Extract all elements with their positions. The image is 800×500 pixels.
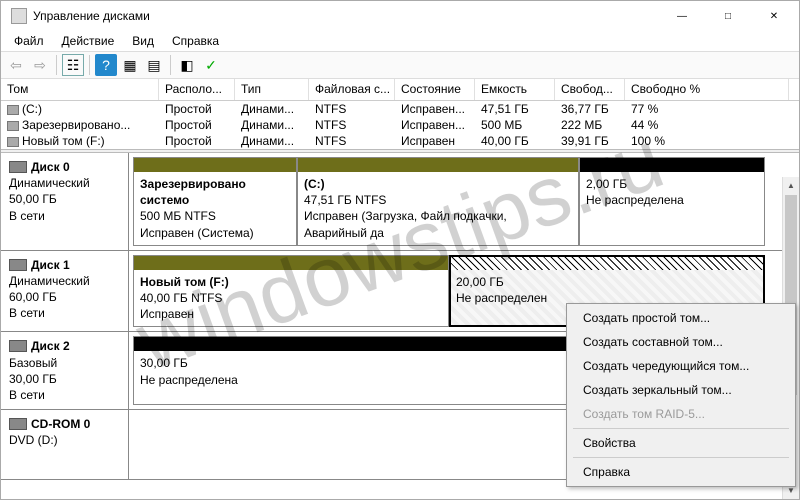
ctx-create-striped[interactable]: Создать чередующийся том... [569,354,793,378]
col-capacity[interactable]: Емкость [475,79,555,100]
col-fs[interactable]: Файловая с... [309,79,395,100]
volume-table-header: Том Располо... Тип Файловая с... Состоян… [1,79,799,101]
scroll-up-icon[interactable]: ▲ [783,177,799,194]
toolbar-icon-2[interactable]: ▦ [119,54,141,76]
disk-icon [9,340,27,352]
close-button[interactable]: ✕ [751,1,797,31]
menu-view[interactable]: Вид [123,32,163,50]
disk-icon [9,418,27,430]
toolbar-icon-3[interactable]: ▤ [143,54,165,76]
table-row[interactable]: (C:)ПростойДинами...NTFSИсправен...47,51… [1,101,799,117]
window-title: Управление дисками [33,9,659,23]
col-volume[interactable]: Том [1,79,159,100]
ctx-create-mirror[interactable]: Создать зеркальный том... [569,378,793,402]
forward-button[interactable]: ⇨ [29,54,51,76]
toolbar-view-icon[interactable]: ☷ [62,54,84,76]
disk-row: Диск 0Динамический50,00 ГБВ сетиЗарезерв… [1,153,799,251]
partition[interactable]: Зарезервировано системо500 МБ NTFSИсправ… [133,157,297,246]
table-row[interactable]: Новый том (F:)ПростойДинами...NTFSИсправ… [1,133,799,149]
ctx-create-raid5: Создать том RAID-5... [569,402,793,426]
toolbar: ⇦ ⇨ ☷ ? ▦ ▤ ◧ ✓ [1,51,799,79]
disk-icon [9,259,27,271]
menubar: Файл Действие Вид Справка [1,31,799,51]
disk-icon [9,161,27,173]
menu-help[interactable]: Справка [163,32,228,50]
menu-action[interactable]: Действие [53,32,124,50]
ctx-create-spanned[interactable]: Создать составной том... [569,330,793,354]
col-layout[interactable]: Располо... [159,79,235,100]
toolbar-icon-4[interactable]: ◧ [176,54,198,76]
partition[interactable]: 2,00 ГБНе распределена [579,157,765,246]
toolbar-icon-5[interactable]: ✓ [200,54,222,76]
disk-label[interactable]: Диск 2Базовый30,00 ГБВ сети [1,332,129,409]
back-button[interactable]: ⇦ [5,54,27,76]
context-menu: Создать простой том... Создать составной… [566,303,796,487]
ctx-help[interactable]: Справка [569,460,793,484]
disk-label[interactable]: CD-ROM 0DVD (D:) [1,410,129,479]
ctx-create-simple[interactable]: Создать простой том... [569,306,793,330]
col-type[interactable]: Тип [235,79,309,100]
volume-table-body[interactable]: (C:)ПростойДинами...NTFSИсправен...47,51… [1,101,799,149]
col-free[interactable]: Свобод... [555,79,625,100]
ctx-properties[interactable]: Свойства [569,431,793,455]
disk-label[interactable]: Диск 1Динамический60,00 ГБВ сети [1,251,129,332]
col-status[interactable]: Состояние [395,79,475,100]
app-icon [11,8,27,24]
partition[interactable]: (C:)47,51 ГБ NTFSИсправен (Загрузка, Фай… [297,157,579,246]
help-icon[interactable]: ? [95,54,117,76]
table-row[interactable]: Зарезервировано...ПростойДинами...NTFSИс… [1,117,799,133]
col-freepct[interactable]: Свободно % [625,79,789,100]
partition[interactable]: Новый том (F:)40,00 ГБ NTFSИсправен [133,255,449,328]
disk-label[interactable]: Диск 0Динамический50,00 ГБВ сети [1,153,129,250]
titlebar: Управление дисками — □ ✕ [1,1,799,31]
minimize-button[interactable]: — [659,1,705,31]
maximize-button[interactable]: □ [705,1,751,31]
menu-file[interactable]: Файл [5,32,53,50]
